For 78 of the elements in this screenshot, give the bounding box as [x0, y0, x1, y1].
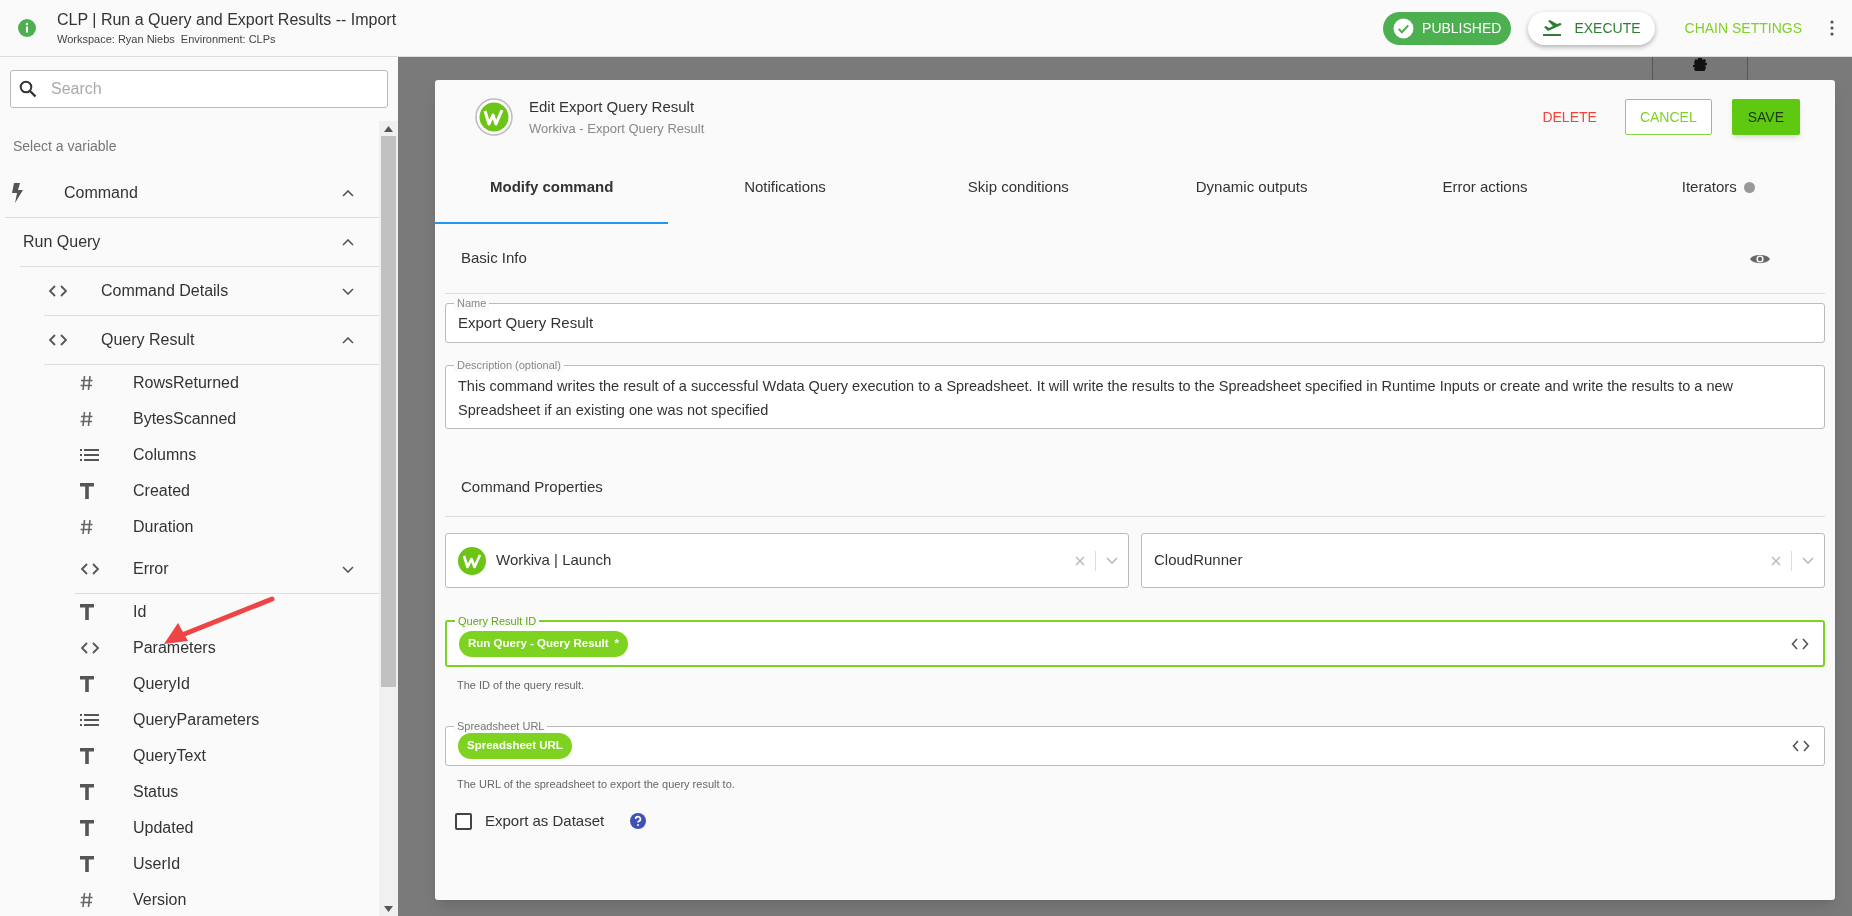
published-status: PUBLISHED — [1383, 11, 1512, 45]
tab[interactable]: Skip conditions — [901, 152, 1135, 224]
scrollbar[interactable] — [379, 121, 398, 916]
select-variable-label: Select a variable — [13, 137, 118, 156]
tree-item[interactable]: Updated — [75, 810, 379, 846]
hash-icon — [80, 892, 93, 908]
chevron-up-icon[interactable] — [342, 336, 354, 344]
gear-icon — [1691, 57, 1709, 71]
tree-item[interactable]: Parameters — [75, 630, 379, 666]
tree-item[interactable]: Id — [75, 594, 379, 630]
dialog-subtitle: Workiva - Export Query Result — [529, 119, 705, 138]
tab[interactable]: Notifications — [668, 152, 902, 224]
chevron-up-icon[interactable] — [342, 189, 354, 197]
tree-item[interactable]: QueryText — [75, 738, 379, 774]
execute-button[interactable]: EXECUTE — [1528, 11, 1655, 45]
workiva-logo-icon — [475, 98, 513, 136]
tree-item[interactable]: UserId — [75, 846, 379, 882]
tree-item[interactable]: Status — [75, 774, 379, 810]
text-type-icon — [80, 784, 94, 800]
scrollbar-thumb[interactable] — [381, 136, 396, 687]
tree-item[interactable]: BytesScanned — [75, 401, 379, 437]
help-icon[interactable] — [630, 813, 647, 830]
code-brackets-icon[interactable] — [1791, 637, 1809, 650]
tree-item[interactable]: QueryId — [75, 666, 379, 702]
delete-button[interactable]: DELETE — [1536, 100, 1603, 134]
tree-item[interactable]: Command — [5, 169, 379, 218]
checkbox[interactable] — [455, 812, 472, 830]
text-type-icon — [80, 604, 94, 620]
text-type-icon — [80, 856, 94, 872]
scroll-down-icon[interactable] — [384, 905, 393, 912]
field-label: Description (optional) — [454, 358, 564, 372]
chevron-up-icon[interactable] — [342, 238, 354, 246]
section-heading: Command Properties — [461, 477, 603, 498]
helper-text: The URL of the spreadsheet to export the query result to. — [457, 776, 736, 792]
list-icon — [80, 714, 99, 726]
tree-item[interactable]: Duration — [75, 509, 379, 545]
list-icon — [80, 449, 99, 461]
tree-item[interactable]: Version — [75, 882, 379, 916]
workspace-label: Workspace: Ryan Niebs — [57, 31, 175, 47]
tree-item[interactable]: Created — [75, 473, 379, 509]
tab[interactable]: Modify command — [435, 152, 669, 224]
hash-icon — [80, 519, 93, 535]
section-heading: Basic Info — [461, 248, 527, 269]
code-brackets-icon[interactable] — [1792, 739, 1810, 752]
tab[interactable]: Error actions — [1368, 152, 1602, 224]
workflow-title: CLP | Run a Query and Export Results -- Import — [57, 9, 397, 30]
code-brackets-icon — [48, 285, 68, 297]
tree-item[interactable]: Columns — [75, 437, 379, 473]
hash-icon — [80, 411, 93, 427]
check-icon — [1393, 17, 1415, 39]
environment-label: Environment: CLPs — [180, 31, 276, 47]
chevron-down-icon[interactable] — [342, 287, 354, 295]
code-brackets-icon — [80, 563, 100, 575]
field-label: Name — [454, 296, 490, 310]
export-dataset-label: Export as Dataset — [485, 811, 605, 831]
more-options-icon[interactable] — [1830, 20, 1834, 36]
code-brackets-icon — [80, 642, 100, 654]
save-button[interactable]: SAVE — [1731, 99, 1800, 135]
tab[interactable]: Dynamic outputs — [1135, 152, 1369, 224]
hash-icon — [80, 375, 93, 391]
info-icon — [17, 18, 37, 38]
text-type-icon — [80, 820, 94, 836]
code-brackets-icon — [48, 334, 68, 346]
search-icon — [19, 80, 37, 98]
text-type-icon — [80, 676, 94, 692]
search-field[interactable]: Search — [10, 70, 388, 108]
field-label: Query Result ID — [455, 614, 540, 628]
lightning-icon — [12, 183, 24, 203]
text-type-icon — [80, 483, 94, 499]
tree-item[interactable]: RowsReturned — [75, 365, 379, 401]
tab[interactable]: Iterators — [1601, 152, 1835, 224]
tree-item[interactable]: QueryParameters — [75, 702, 379, 738]
dialog-title: Edit Export Query Result — [529, 97, 696, 117]
scroll-up-icon[interactable] — [384, 125, 393, 132]
airplane-icon — [1542, 19, 1563, 37]
helper-text: The ID of the query result. — [457, 678, 586, 693]
text-type-icon — [80, 748, 94, 764]
chevron-down-icon[interactable] — [342, 565, 354, 573]
